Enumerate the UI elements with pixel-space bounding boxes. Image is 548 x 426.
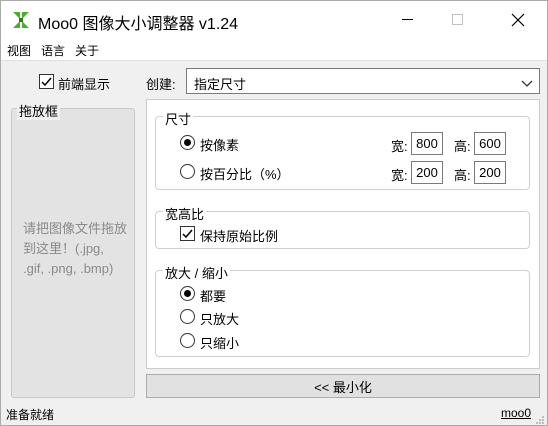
drop-zone-hint: 请把图像文件拖放到这里！(.jpg, .gif, .png, .bmp) bbox=[23, 221, 128, 276]
minimize-window-button[interactable] bbox=[385, 1, 431, 39]
scale-both-radio[interactable] bbox=[180, 286, 195, 301]
always-on-top-checkbox[interactable] bbox=[39, 74, 54, 89]
checkmark-icon bbox=[41, 77, 52, 87]
keep-ratio-label[interactable]: 保持原始比例 bbox=[200, 226, 278, 245]
scale-group-title: 放大 / 缩小 bbox=[163, 263, 230, 282]
menu-bar: 视图 语言 关于 bbox=[1, 39, 547, 61]
maximize-icon bbox=[452, 14, 463, 25]
create-mode-value: 指定尺寸 bbox=[194, 77, 247, 92]
create-mode-select[interactable]: 指定尺寸 bbox=[186, 68, 540, 94]
scale-both-label[interactable]: 都要 bbox=[200, 286, 226, 305]
app-logo-icon bbox=[12, 11, 30, 29]
status-text: 准备就绪 bbox=[6, 408, 55, 422]
pixel-width-input[interactable]: 800 bbox=[411, 132, 443, 155]
chevron-down-icon bbox=[521, 76, 533, 91]
resize-grip-icon[interactable] bbox=[535, 413, 545, 424]
always-on-top-label[interactable]: 前端显示 bbox=[58, 74, 110, 93]
by-percent-label[interactable]: 按百分比（%） bbox=[200, 164, 290, 183]
menu-language[interactable]: 语言 bbox=[41, 42, 65, 59]
pixel-width-label: 宽: bbox=[391, 139, 408, 154]
title-bar[interactable]: Moo0 图像大小调整器 v1.24 bbox=[1, 1, 547, 39]
close-window-button[interactable] bbox=[495, 1, 541, 39]
percent-height-label: 高: bbox=[454, 168, 471, 183]
pixel-height-input[interactable]: 600 bbox=[474, 132, 506, 155]
window-title: Moo0 图像大小调整器 v1.24 bbox=[38, 16, 239, 33]
keep-ratio-checkbox[interactable] bbox=[180, 226, 195, 241]
close-icon bbox=[511, 13, 525, 27]
minimize-panel-button[interactable]: << 最小化 bbox=[146, 374, 540, 398]
checkmark-icon bbox=[182, 229, 193, 239]
percent-width-input[interactable]: 200 bbox=[411, 161, 443, 184]
aspect-group-title: 宽高比 bbox=[163, 204, 207, 223]
moo0-link[interactable]: moo0 bbox=[501, 406, 531, 420]
scale-down-only-radio[interactable] bbox=[180, 333, 195, 348]
settings-panel: 尺寸 按像素 宽: 800 高: 600 按百分比（%） 宽: 200 高: 2… bbox=[146, 99, 540, 369]
size-group-title: 尺寸 bbox=[163, 109, 194, 128]
menu-about[interactable]: 关于 bbox=[75, 42, 99, 59]
scale-down-only-label[interactable]: 只缩小 bbox=[200, 333, 239, 352]
by-percent-radio[interactable] bbox=[180, 164, 195, 179]
by-pixel-radio[interactable] bbox=[180, 135, 195, 150]
drop-zone-title: 拖放框 bbox=[17, 101, 61, 120]
scale-up-only-radio[interactable] bbox=[180, 309, 195, 324]
percent-width-label: 宽: bbox=[391, 168, 408, 183]
pixel-height-label: 高: bbox=[454, 139, 471, 154]
app-window: Moo0 图像大小调整器 v1.24 视图 语言 关于 前端显示 拖放框 请把图… bbox=[0, 0, 548, 426]
minimize-icon bbox=[402, 19, 413, 20]
menu-view[interactable]: 视图 bbox=[7, 42, 31, 59]
create-label: 创建: bbox=[146, 77, 176, 92]
percent-height-input[interactable]: 200 bbox=[474, 161, 506, 184]
minimize-panel-label: << 最小化 bbox=[314, 379, 372, 395]
by-pixel-label[interactable]: 按像素 bbox=[200, 135, 239, 154]
scale-up-only-label[interactable]: 只放大 bbox=[200, 309, 239, 328]
maximize-window-button bbox=[435, 1, 481, 39]
